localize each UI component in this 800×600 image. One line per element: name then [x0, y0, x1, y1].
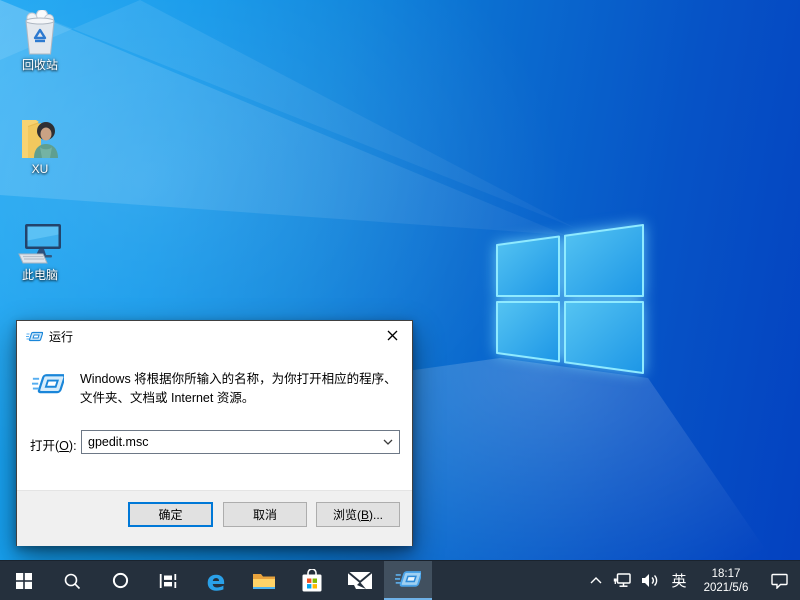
tray-volume-button[interactable] — [635, 561, 664, 600]
store-icon — [300, 569, 324, 593]
network-icon — [613, 573, 631, 588]
start-button[interactable] — [0, 561, 48, 600]
desktop-icon-label: 此电脑 — [8, 268, 72, 282]
start-icon — [16, 573, 32, 589]
open-input[interactable] — [82, 435, 377, 449]
tray-time: 18:17 — [712, 567, 741, 581]
tray-clock[interactable]: 18:17 2021/5/6 — [694, 561, 758, 600]
description-line-2: 文件夹、文档或 Internet 资源。 — [80, 389, 404, 408]
combobox-dropdown-button[interactable] — [377, 431, 399, 453]
description-line-1: Windows 将根据你所输入的名称，为你打开相应的程序、 — [80, 370, 404, 389]
open-label-suffix: ): — [69, 439, 77, 453]
run-app-icon — [395, 568, 421, 592]
run-icon — [32, 370, 64, 400]
desktop-icon-recycle-bin[interactable]: 回收站 — [8, 10, 72, 72]
desktop-icon-label: XU — [8, 162, 72, 176]
edge-button[interactable]: e — [192, 561, 240, 600]
action-center-button[interactable] — [758, 561, 800, 600]
run-dialog-title: 运行 — [49, 328, 73, 345]
run-dialog: 运行 Windows 将根据你所输入的名称，为你打开相应的程序、 文件夹、文档或… — [16, 320, 413, 546]
cancel-button[interactable]: 取消 — [223, 502, 307, 527]
open-combobox — [81, 430, 400, 454]
task-view-button[interactable] — [144, 561, 192, 600]
run-dialog-description: Windows 将根据你所输入的名称，为你打开相应的程序、 文件夹、文档或 In… — [80, 370, 404, 408]
volume-icon — [641, 573, 659, 588]
store-button[interactable] — [288, 561, 336, 600]
desktop-icon-user-folder[interactable]: XU — [8, 114, 72, 176]
chevron-up-icon — [590, 577, 602, 584]
taskbar: e — [0, 560, 800, 600]
taskbar-run-app-button[interactable] — [384, 561, 432, 600]
file-explorer-button[interactable] — [240, 561, 288, 600]
this-pc-icon — [8, 220, 72, 266]
browse-label-prefix: 浏览( — [333, 508, 361, 522]
ok-button[interactable]: 确定 — [128, 502, 213, 527]
mail-icon — [347, 571, 373, 590]
browse-label-mnemonic: B — [361, 508, 369, 522]
desktop-icon-this-pc[interactable]: 此电脑 — [8, 220, 72, 282]
chevron-down-icon — [383, 439, 393, 445]
recycle-bin-icon — [8, 10, 72, 56]
action-center-icon — [771, 573, 788, 589]
open-label-mnemonic: O — [59, 439, 69, 453]
windows-logo-wallpaper — [470, 195, 670, 395]
user-folder-icon — [8, 114, 72, 160]
system-tray: 英 18:17 2021/5/6 — [584, 561, 800, 600]
file-explorer-icon — [252, 571, 276, 591]
cortana-icon — [112, 572, 129, 589]
run-dialog-footer: 确定 取消 浏览(B)... — [17, 490, 412, 546]
browse-button[interactable]: 浏览(B)... — [316, 502, 400, 527]
close-icon — [387, 330, 398, 341]
search-icon — [63, 572, 81, 590]
run-dialog-titlebar[interactable]: 运行 — [17, 321, 412, 351]
cortana-button[interactable] — [96, 561, 144, 600]
edge-icon: e — [207, 567, 226, 595]
open-field-label: 打开(O): — [30, 435, 77, 454]
open-label-prefix: 打开( — [30, 439, 59, 453]
tray-show-hidden-icons-button[interactable] — [584, 561, 608, 600]
tray-ime-indicator[interactable]: 英 — [664, 561, 694, 600]
search-button[interactable] — [48, 561, 96, 600]
browse-label-suffix: )... — [369, 508, 383, 522]
mail-button[interactable] — [336, 561, 384, 600]
ime-language-label: 英 — [671, 570, 686, 591]
windows-desktop: 回收站 XU — [0, 0, 800, 600]
close-button[interactable] — [372, 321, 412, 350]
task-view-icon — [159, 573, 177, 589]
run-dialog-title-icon — [26, 329, 43, 344]
tray-network-button[interactable] — [608, 561, 635, 600]
desktop-icon-label: 回收站 — [8, 58, 72, 72]
tray-date: 2021/5/6 — [704, 581, 749, 595]
